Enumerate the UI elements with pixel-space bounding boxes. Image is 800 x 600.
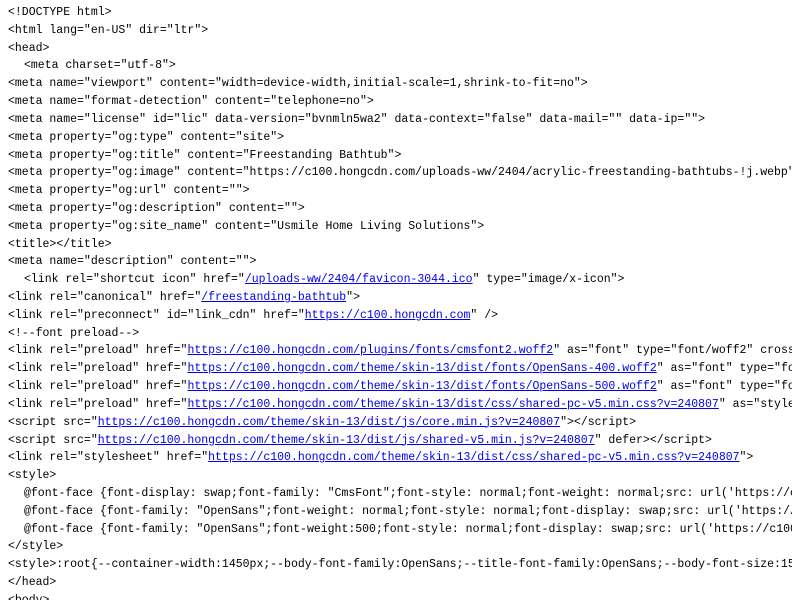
code-line: <meta property="og:description" content=…: [8, 200, 792, 218]
code-line: <link rel="preload" href="https://c100.h…: [8, 378, 792, 396]
code-line: <meta property="og:image" content="https…: [8, 164, 792, 182]
code-line: @font-face {font-family: "OpenSans";font…: [8, 521, 792, 539]
code-line: <link rel="shortcut icon" href=" /upload…: [8, 271, 792, 289]
link-text[interactable]: /uploads-ww/2404/favicon-3044.ico: [245, 273, 473, 286]
link-text[interactable]: https://c100.hongcdn.com/theme/skin-13/d…: [208, 451, 739, 464]
link-text[interactable]: https://c100.hongcdn.com/theme/skin-13/d…: [187, 362, 656, 375]
code-line: <script src="https://c100.hongcdn.com/th…: [8, 432, 792, 450]
link-text[interactable]: https://c100.hongcdn.com: [305, 309, 471, 322]
link-text[interactable]: https://c100.hongcdn.com/theme/skin-13/d…: [187, 380, 656, 393]
code-line: <link rel="preconnect" id="link_cdn" hre…: [8, 307, 792, 325]
code-line: <meta charset="utf-8">: [8, 57, 792, 75]
code-line: <meta name="license" id="lic" data-versi…: [8, 111, 792, 129]
link-text[interactable]: https://c100.hongcdn.com/theme/skin-13/d…: [98, 434, 595, 447]
link-text[interactable]: https://c100.hongcdn.com/theme/skin-13/d…: [98, 416, 560, 429]
code-line: <link rel="preload" href="https://c100.h…: [8, 360, 792, 378]
code-line: <meta property="og:site_name" content="U…: [8, 218, 792, 236]
code-line: <meta property="og:type" content="site">: [8, 129, 792, 147]
code-line: <meta name="description" content="">: [8, 253, 792, 271]
code-viewer: <!DOCTYPE html><html lang="en-US" dir="l…: [0, 0, 800, 600]
link-text[interactable]: /freestanding-bathtub: [201, 291, 346, 304]
code-line: <script src="https://c100.hongcdn.com/th…: [8, 414, 792, 432]
code-line: <meta property="og:title" content="Frees…: [8, 147, 792, 165]
code-line: </head>: [8, 574, 792, 592]
code-line: <link rel="preload" href="https://c100.h…: [8, 342, 792, 360]
code-line: <link rel="stylesheet" href="https://c10…: [8, 449, 792, 467]
code-line: <style>:root{--container-width:1450px;--…: [8, 556, 792, 574]
code-line: <meta name="viewport" content="width=dev…: [8, 75, 792, 93]
code-line: <meta property="og:url" content=" ">: [8, 182, 792, 200]
code-line: @font-face {font-display: swap;font-fami…: [8, 485, 792, 503]
code-line: @font-face {font-family: "OpenSans";font…: [8, 503, 792, 521]
code-line: <body>: [8, 592, 792, 600]
code-line: <!DOCTYPE html>: [8, 4, 792, 22]
code-line: <head>: [8, 40, 792, 58]
code-line: <html lang="en-US" dir="ltr">: [8, 22, 792, 40]
code-line: <meta name="format-detection" content="t…: [8, 93, 792, 111]
code-line: <title> </title>: [8, 236, 792, 254]
link-text[interactable]: https://c100.hongcdn.com/theme/skin-13/d…: [187, 398, 718, 411]
link-text[interactable]: https://c100.hongcdn.com/plugins/fonts/c…: [187, 344, 553, 357]
code-line: <!--font preload-->: [8, 325, 792, 343]
code-line: </style>: [8, 538, 792, 556]
code-line: <link rel="canonical" href=" /freestandi…: [8, 289, 792, 307]
code-line: <link rel="preload" href="https://c100.h…: [8, 396, 792, 414]
code-line: <style>: [8, 467, 792, 485]
